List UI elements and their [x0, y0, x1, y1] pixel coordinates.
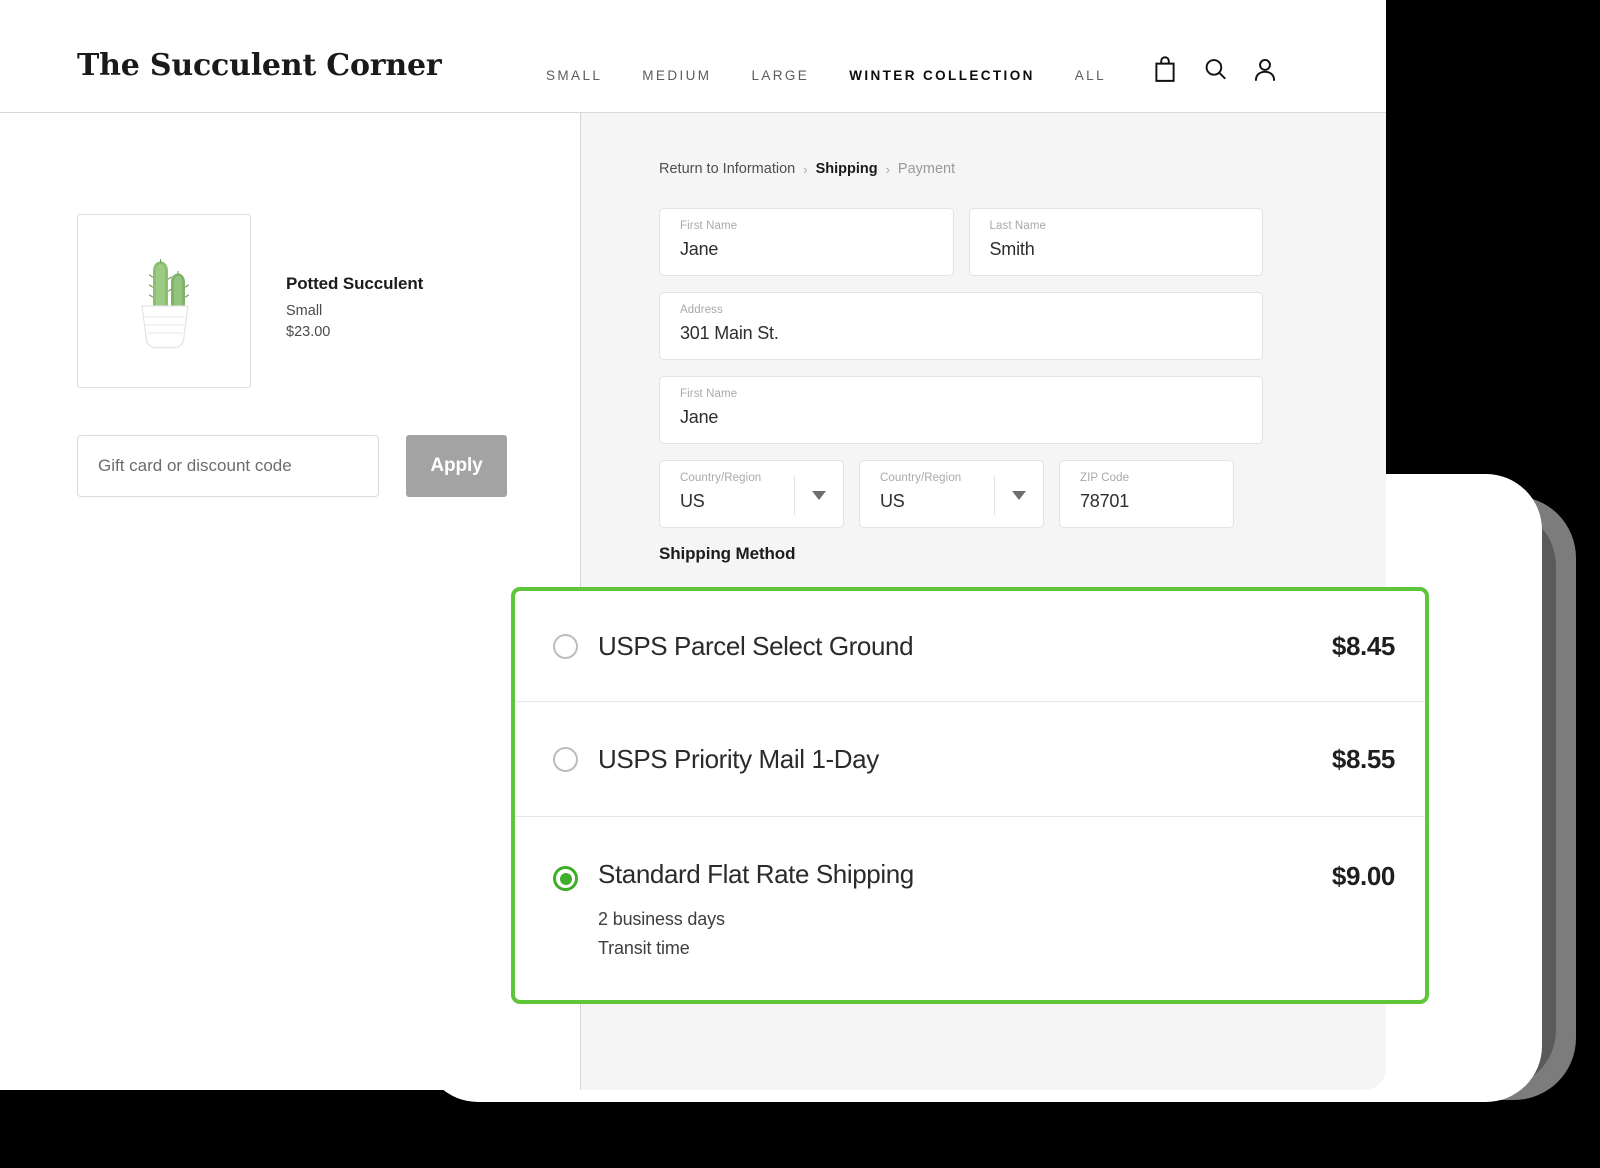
product-line-item: Potted Succulent Small $23.00	[77, 214, 423, 388]
chevron-down-icon[interactable]	[794, 475, 843, 515]
last-name-value: Smith	[989, 239, 1035, 259]
discount-code-input[interactable]	[77, 435, 379, 497]
country-region-label-2: Country/Region	[880, 472, 962, 484]
first-name-field[interactable]: First Name Jane	[659, 208, 954, 276]
breadcrumb-separator-icon: ›	[885, 161, 890, 177]
address-field[interactable]: Address 301 Main St.	[659, 292, 1263, 360]
shipping-option-price: $8.55	[1331, 743, 1395, 774]
product-thumbnail[interactable]	[77, 214, 251, 388]
apply-discount-button[interactable]: Apply	[406, 435, 507, 497]
address-label: Address	[680, 304, 723, 316]
main-navigation: SMALL MEDIUM LARGE WINTER COLLECTION ALL	[526, 62, 1126, 89]
form-row-secondary-name: First Name Jane	[659, 376, 1263, 444]
shipping-address-form: First Name Jane Last Name Smith Address …	[659, 208, 1263, 544]
first-name-field-secondary[interactable]: First Name Jane	[659, 376, 1263, 444]
first-name-label-secondary: First Name	[680, 388, 738, 400]
zip-code-field[interactable]: ZIP Code 78701	[1059, 460, 1234, 528]
form-row-address: Address 301 Main St.	[659, 292, 1263, 360]
shipping-option-label: Standard Flat Rate Shipping	[598, 859, 914, 889]
nav-item-all[interactable]: ALL	[1055, 62, 1126, 89]
first-name-value-secondary: Jane	[680, 407, 719, 427]
radio-standard-flat-rate-shipping[interactable]	[553, 866, 578, 891]
shipping-option-row[interactable]: Standard Flat Rate Shipping 2 business d…	[515, 817, 1425, 1000]
chevron-down-icon[interactable]	[994, 475, 1043, 515]
shipping-option-price: $9.00	[1331, 861, 1395, 891]
search-icon[interactable]	[1202, 55, 1228, 83]
radio-usps-parcel-select-ground[interactable]	[553, 633, 578, 659]
shipping-option-detail-line-1: 2 business days	[598, 908, 725, 929]
shipping-option-row[interactable]: USPS Priority Mail 1-Day $8.55	[515, 702, 1425, 817]
product-variant: Small	[286, 303, 323, 319]
nav-item-medium[interactable]: MEDIUM	[622, 62, 731, 89]
last-name-field[interactable]: Last Name Smith	[968, 208, 1263, 276]
country-region-value-1: US	[680, 491, 705, 511]
nav-item-large[interactable]: LARGE	[731, 62, 829, 89]
country-region-select-2[interactable]: Country/Region US	[859, 460, 1044, 528]
shipping-option-row[interactable]: USPS Parcel Select Ground $8.45	[515, 591, 1425, 702]
form-row-name: First Name Jane Last Name Smith	[659, 208, 1263, 276]
country-region-label-1: Country/Region	[680, 472, 762, 484]
nav-item-small[interactable]: SMALL	[526, 62, 622, 89]
shipping-option-price: $8.45	[1331, 630, 1395, 661]
form-row-region-zip: Country/Region US Country/Region US ZIP …	[659, 460, 1263, 528]
potted-cactus-icon	[141, 258, 190, 349]
breadcrumb-payment[interactable]: Payment	[898, 161, 955, 177]
shipping-option-label: USPS Parcel Select Ground	[598, 630, 914, 661]
shipping-option-body: USPS Parcel Select Ground	[598, 630, 1332, 661]
brand-logo[interactable]: The Succulent Corner	[77, 48, 442, 83]
product-name: Potted Succulent	[286, 274, 424, 293]
product-price: $23.00	[286, 324, 331, 340]
shipping-option-detail: 2 business days Transit time	[598, 905, 1332, 963]
shipping-option-body: USPS Priority Mail 1-Day	[598, 743, 1332, 774]
breadcrumb-shipping[interactable]: Shipping	[816, 161, 878, 177]
shipping-option-body: Standard Flat Rate Shipping 2 business d…	[598, 860, 1332, 963]
product-details: Potted Succulent Small $23.00	[286, 214, 423, 340]
shipping-option-label: USPS Priority Mail 1-Day	[598, 743, 879, 774]
radio-usps-priority-mail-1-day[interactable]	[553, 746, 578, 772]
zip-code-value: 78701	[1080, 491, 1130, 511]
country-region-value-2: US	[880, 491, 905, 511]
breadcrumb-return-to-information[interactable]: Return to Information	[659, 161, 795, 177]
first-name-value: Jane	[680, 239, 719, 259]
header-icon-group	[1152, 55, 1278, 83]
breadcrumb: Return to Information › Shipping › Payme…	[659, 161, 955, 177]
order-summary-panel: Potted Succulent Small $23.00 Apply	[0, 113, 581, 1090]
shopping-bag-icon[interactable]	[1152, 55, 1178, 83]
first-name-label: First Name	[680, 220, 738, 232]
account-icon[interactable]	[1252, 55, 1278, 83]
shipping-method-heading: Shipping Method	[659, 544, 796, 563]
shipping-option-detail-line-2: Transit time	[598, 937, 690, 958]
site-header: The Succulent Corner SMALL MEDIUM LARGE …	[0, 0, 1386, 113]
breadcrumb-separator-icon: ›	[803, 161, 808, 177]
shipping-method-options-panel: USPS Parcel Select Ground $8.45 USPS Pri…	[511, 587, 1429, 1004]
zip-code-label: ZIP Code	[1080, 472, 1130, 484]
country-region-select-1[interactable]: Country/Region US	[659, 460, 844, 528]
discount-form: Apply	[77, 435, 507, 497]
nav-item-winter-collection[interactable]: WINTER COLLECTION	[829, 62, 1055, 89]
address-value: 301 Main St.	[680, 323, 779, 343]
last-name-label: Last Name	[989, 220, 1047, 232]
